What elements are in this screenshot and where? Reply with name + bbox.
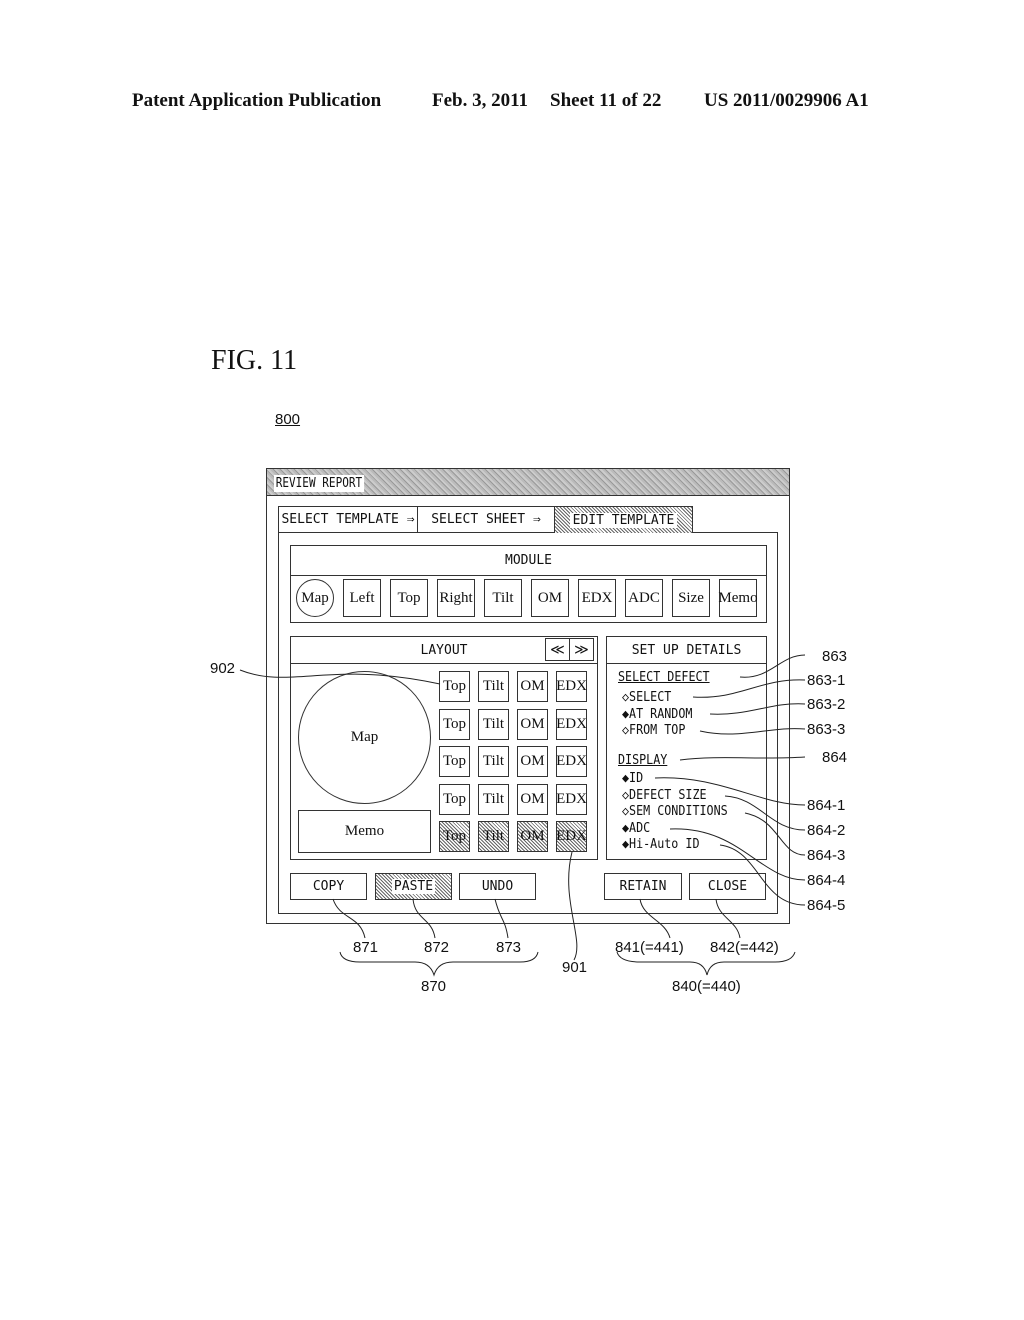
- ref-872: 872: [424, 939, 450, 956]
- ref-864-1: 864-1: [807, 797, 846, 814]
- ref-864: 864: [822, 749, 848, 766]
- leader-842: [715, 898, 741, 939]
- ref-863-3: 863-3: [807, 721, 846, 738]
- ref-864-2: 864-2: [807, 822, 846, 839]
- leader-864-1: [654, 777, 806, 806]
- ref-863: 863: [822, 648, 848, 665]
- leader-864-3: [744, 812, 806, 856]
- ref-864-3: 864-3: [807, 847, 846, 864]
- ref-840: 840(=440): [672, 978, 741, 995]
- ref-901: 901: [562, 959, 588, 976]
- leader-902: [239, 669, 441, 685]
- leader-873: [494, 898, 509, 939]
- leader-864-5: [719, 844, 806, 906]
- leader-863-2: [709, 703, 806, 715]
- ref-864-5: 864-5: [807, 897, 846, 914]
- leader-841: [639, 898, 671, 939]
- leader-lines: [239, 654, 806, 977]
- ref-841: 841(=441): [615, 939, 684, 956]
- ref-863-2: 863-2: [807, 696, 846, 713]
- ref-864-4: 864-4: [807, 872, 846, 889]
- ref-863-1: 863-1: [807, 672, 846, 689]
- ref-842: 842(=442): [710, 939, 779, 956]
- ref-870: 870: [421, 978, 447, 995]
- leader-863-3: [699, 728, 806, 735]
- ref-871: 871: [353, 939, 379, 956]
- leader-864-2: [724, 795, 806, 831]
- ref-902: 902: [210, 660, 236, 677]
- leader-871: [332, 898, 366, 939]
- leader-864: [679, 756, 806, 761]
- leader-863: [739, 654, 806, 678]
- leader-863-1: [692, 679, 806, 698]
- leader-872: [412, 898, 436, 939]
- ref-873: 873: [496, 939, 522, 956]
- leader-864-4: [669, 828, 806, 881]
- leader-901: [568, 851, 578, 961]
